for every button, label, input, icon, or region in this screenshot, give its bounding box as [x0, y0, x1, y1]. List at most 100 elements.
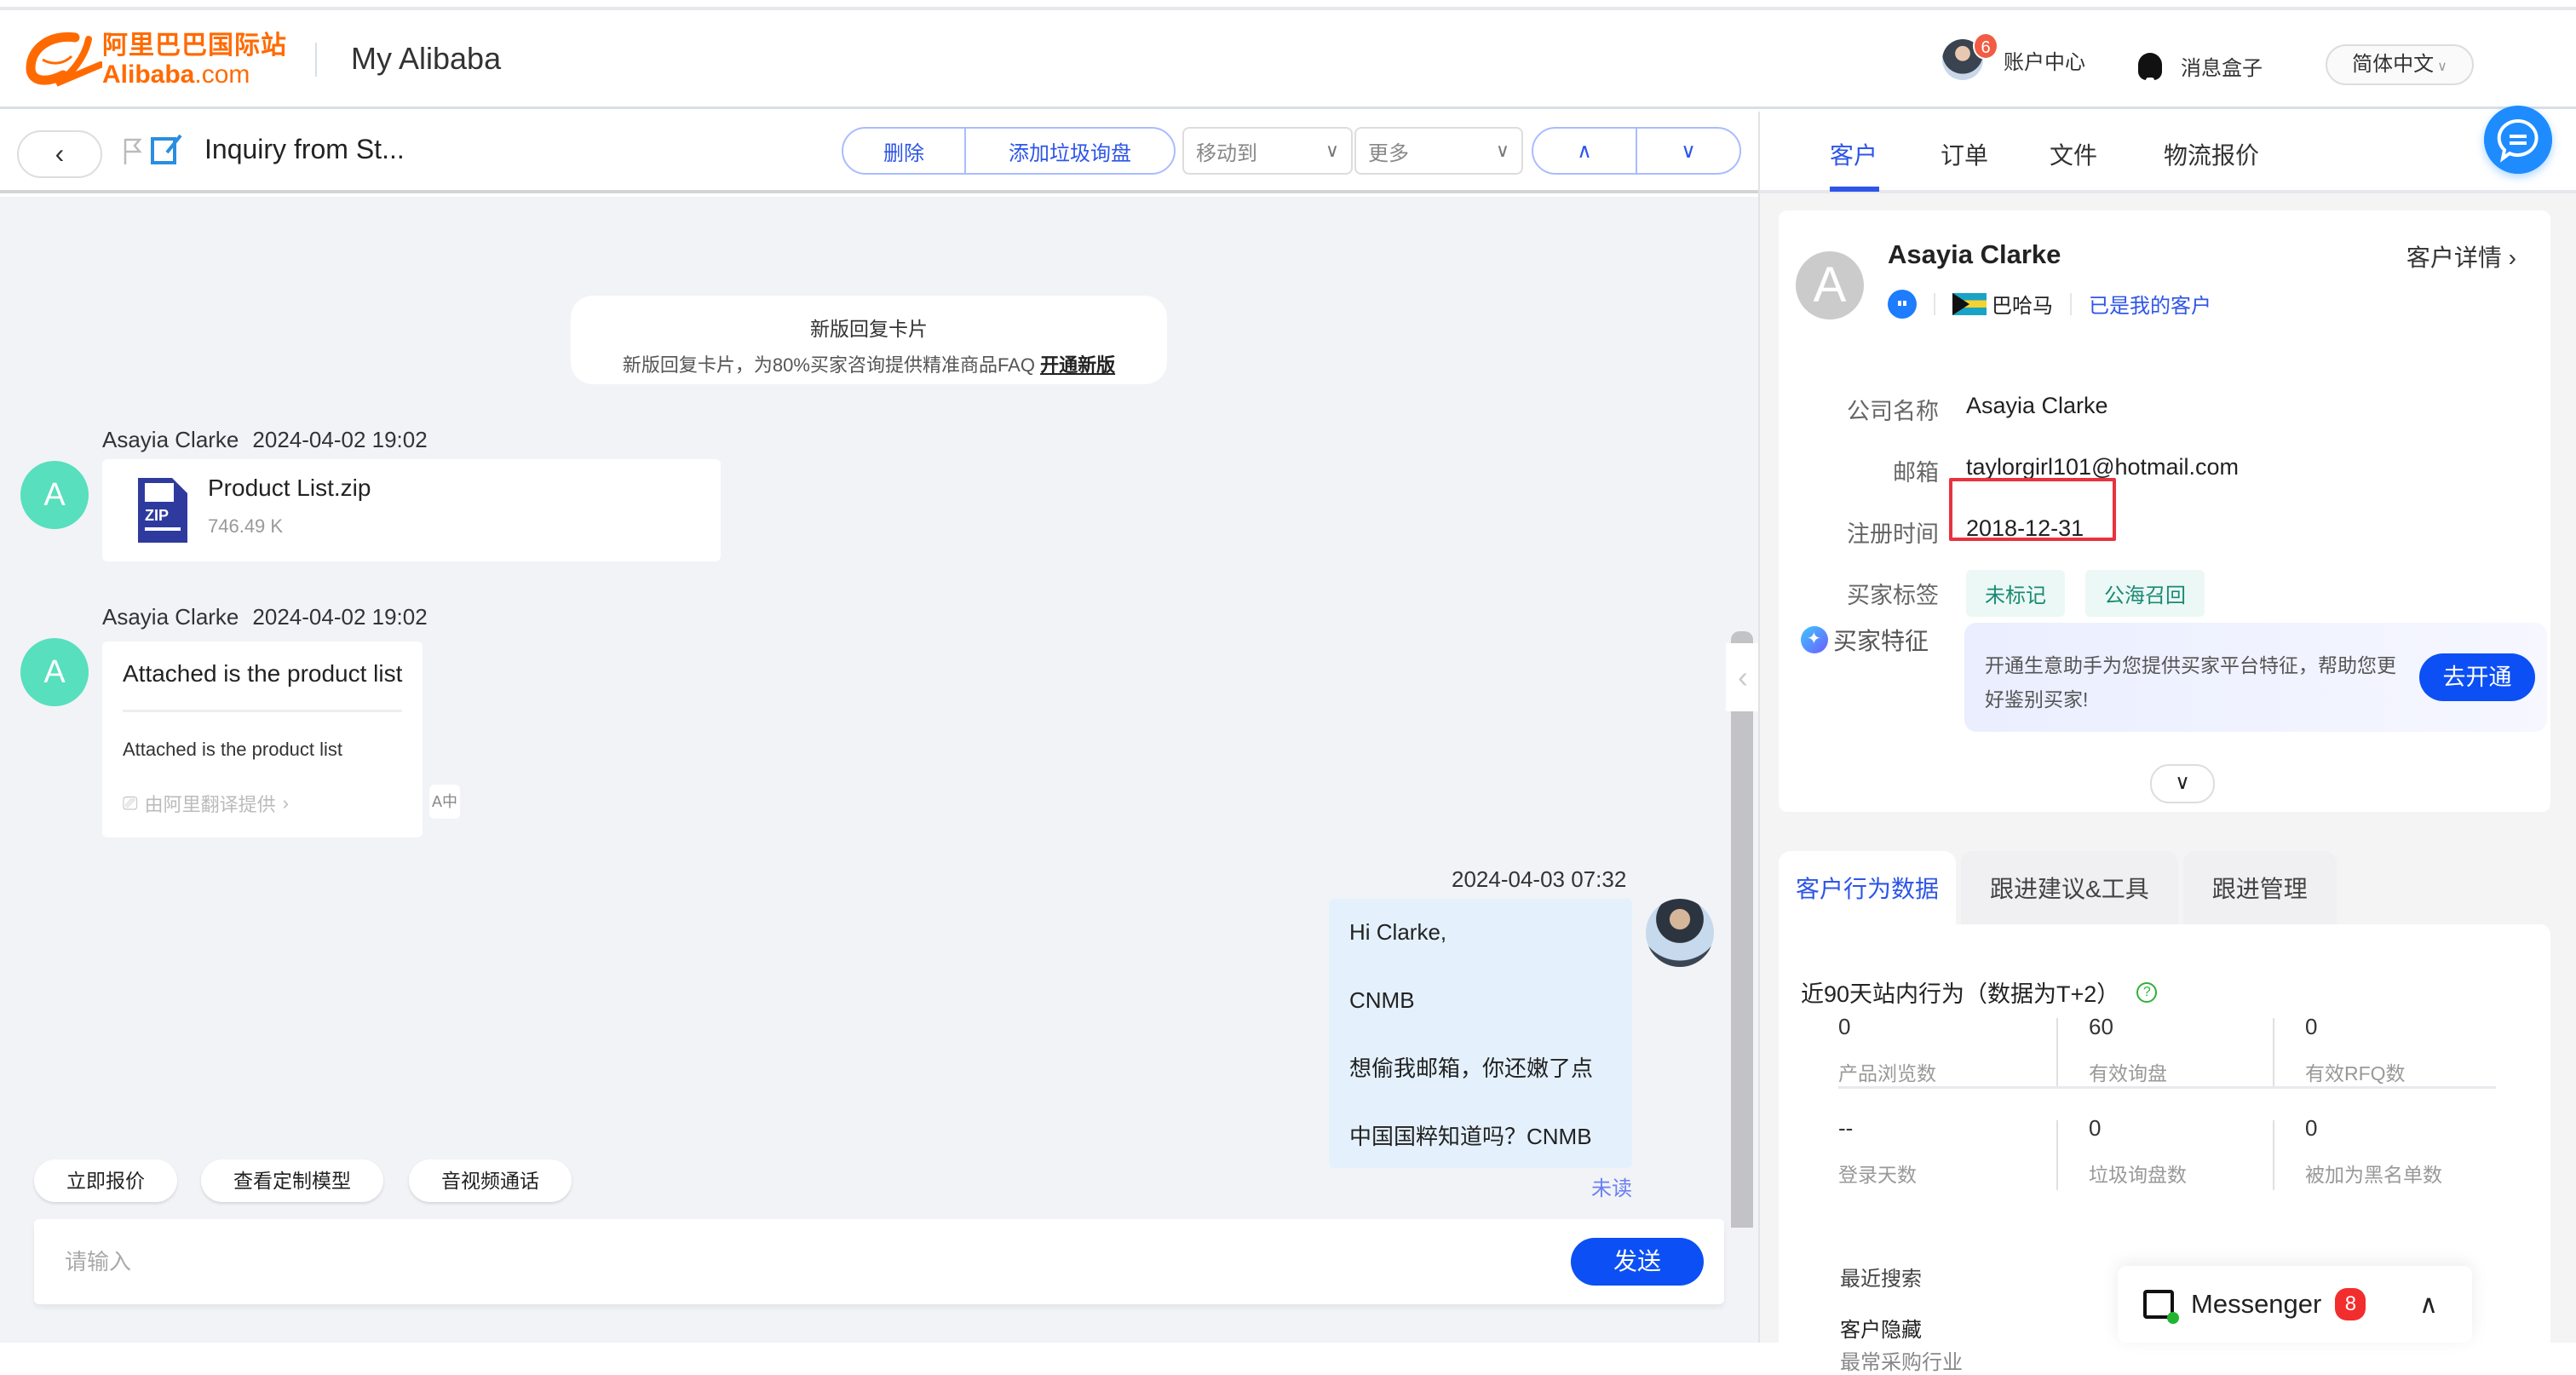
stat-login-days: -- 登录天数	[1838, 1115, 1917, 1186]
chevron-up-icon[interactable]: ∧	[2419, 1290, 2438, 1320]
message-text: Attached is the product list	[123, 660, 403, 687]
nav-button-group: ∧ ∨	[1532, 127, 1741, 175]
more-select[interactable]: 更多 ∨	[1354, 127, 1523, 175]
company-name-field: 公司名称 Asayia Clarke	[1847, 393, 2108, 424]
buyer-tags-field: 买家标签 未标记 公海召回	[1813, 570, 2225, 617]
feature-promo-text: 开通生意助手为您提供买家平台特征，帮助您更好鉴别买家!	[1985, 654, 2396, 711]
back-button[interactable]: ‹	[17, 130, 102, 178]
customer-detail-link[interactable]: 客户详情 ›	[2406, 239, 2516, 273]
account-center-label: 账户中心	[2004, 50, 2085, 74]
chat-area: 新版回复卡片 新版回复卡片，为80%买家咨询提供精准商品FAQ 开通新版 Asa…	[0, 197, 1760, 1343]
collapse-panel-button[interactable]: ‹	[1726, 643, 1760, 711]
behavior-tabs: 客户行为数据 跟进建议&工具 跟进管理	[1779, 851, 2337, 928]
active-tab-indicator	[1830, 187, 1879, 192]
user-avatar: 6	[1942, 32, 1998, 80]
tab-followup-tools[interactable]: 跟进建议&工具	[1961, 851, 2178, 928]
highlight-box	[1949, 478, 2116, 541]
tab-customer[interactable]: 客户	[1830, 137, 1877, 171]
chevron-right-icon: ›	[282, 792, 289, 814]
translation-provider-link[interactable]: ⎚ 由阿里翻译提供 ›	[123, 790, 289, 817]
tab-logistics-quote[interactable]: 物流报价	[2164, 137, 2259, 171]
top-header: 阿里巴巴国际站 Alibaba.com My Alibaba 6 账户中心 消息…	[0, 7, 2576, 109]
action-button-group: 删除 添加垃圾询盘	[842, 127, 1176, 175]
message-line: 想偷我邮箱，你还嫩了点	[1349, 1056, 1594, 1081]
flag-icon[interactable]	[123, 137, 145, 166]
bahamas-flag-icon	[1952, 292, 1987, 315]
view-custom-model-button[interactable]: 查看定制模型	[201, 1159, 383, 1202]
logo-cn-text: 阿里巴巴国际站	[102, 32, 287, 60]
add-spam-button[interactable]: 添加垃圾询盘	[966, 129, 1174, 173]
notice-body: 新版回复卡片，为80%买家咨询提供精准商品FAQ	[622, 354, 1035, 376]
message-box-label: 消息盒子	[2181, 57, 2263, 80]
tag-public-recall[interactable]: 公海召回	[2085, 570, 2205, 617]
customer-name: Asayia Clarke	[1888, 239, 2061, 269]
help-icon[interactable]: ?	[2136, 981, 2158, 1003]
message-header: Asayia Clarke 2024-04-02 19:02	[102, 427, 428, 452]
messenger-widget[interactable]: Messenger 8 ∧	[2118, 1266, 2472, 1343]
tab-files[interactable]: 文件	[2050, 137, 2097, 171]
language-select[interactable]: 简体中文 ∨	[2326, 44, 2474, 85]
chat-scrollbar[interactable]	[1731, 631, 1753, 1228]
chevron-down-icon: ∨	[2437, 60, 2447, 74]
feature-promo: 开通生意助手为您提供买家平台特征，帮助您更好鉴别买家! 去开通	[1964, 623, 2547, 732]
customer-card: A Asayia Clarke 客户详情 › 巴哈马 已是我的客户 公司名称 As…	[1779, 210, 2550, 812]
translated-text: Attached is the product list	[123, 739, 343, 760]
customer-panel: 客户 订单 文件 物流报价 A Asayia Clarke 客户详情 › 巴哈马…	[1758, 112, 2576, 1374]
previous-inquiry-button[interactable]: ∧	[1533, 129, 1637, 173]
delete-button[interactable]: 删除	[843, 129, 966, 173]
message-box[interactable]: 消息盒子	[2138, 51, 2263, 83]
chevron-left-icon: ‹	[55, 138, 65, 169]
relationship-status[interactable]: 已是我的客户	[2089, 289, 2211, 319]
message-line: 中国国粹知道吗？CNMB	[1349, 1124, 1592, 1149]
seller-avatar	[1646, 899, 1714, 967]
header-divider	[315, 43, 317, 77]
alibaba-logo[interactable]: 阿里巴巴国际站 Alibaba.com	[26, 31, 287, 90]
move-to-select[interactable]: 移动到 ∨	[1182, 127, 1353, 175]
message-header: Asayia Clarke 2024-04-02 19:02	[102, 604, 428, 630]
tag-unmarked[interactable]: 未标记	[1966, 570, 2065, 617]
customer-country: 巴哈马	[1992, 295, 2053, 318]
alibaba-smile-icon	[26, 32, 102, 87]
account-center[interactable]: 6 账户中心	[1942, 32, 2085, 80]
buyer-avatar[interactable]: A	[20, 638, 89, 706]
customer-meta: 巴哈马 已是我的客户	[1888, 289, 2211, 319]
notice-title: 新版回复卡片	[810, 318, 928, 340]
customer-hidden-label: 客户隐藏	[1840, 1319, 1922, 1342]
sparkle-icon	[1801, 626, 1828, 653]
stat-product-views: 0 产品浏览数	[1838, 1014, 1936, 1084]
translate-icon[interactable]: A中	[429, 785, 460, 819]
inquiry-title: Inquiry from St...	[204, 134, 405, 164]
svg-text:ZIP: ZIP	[145, 507, 169, 524]
buyer-avatar[interactable]: A	[20, 461, 89, 529]
enable-button[interactable]: 去开通	[2419, 653, 2535, 701]
message-line: CNMB	[1349, 987, 1415, 1013]
stat-valid-rfq: 0 有效RFQ数	[2305, 1014, 2406, 1084]
expand-button[interactable]: ∨	[2150, 764, 2215, 803]
chat-bot-icon[interactable]	[1888, 289, 1917, 319]
recent-search-label: 最近搜索	[1840, 1268, 1922, 1291]
file-attachment[interactable]: ZIP Product List.zip 746.49 K	[102, 459, 721, 561]
customer-avatar: A	[1796, 251, 1864, 319]
chevron-down-icon: ∨	[1325, 140, 1339, 161]
inquiry-toolbar: ‹ Inquiry from St... 删除 添加垃圾询盘 移动到 ∨ 更多 ∨ …	[0, 112, 1758, 193]
edit-icon[interactable]	[150, 132, 184, 166]
app-title[interactable]: My Alibaba	[351, 41, 501, 77]
bell-icon	[2138, 52, 2162, 83]
tab-followup-management[interactable]: 跟进管理	[2182, 851, 2337, 928]
chevron-down-icon: ∨	[2175, 771, 2190, 794]
stat-valid-inquiries: 60 有效询盘	[2089, 1014, 2167, 1084]
video-call-button[interactable]: 音视频通话	[409, 1159, 572, 1202]
message-bubble: Attached is the product list Attached is…	[102, 641, 423, 837]
tab-customer-behavior[interactable]: 客户行为数据	[1779, 851, 1957, 928]
messenger-icon	[2143, 1290, 2179, 1324]
chat-bubble-icon[interactable]	[2484, 106, 2552, 174]
enable-new-version-link[interactable]: 开通新版	[1040, 354, 1115, 376]
top-industry-label: 最常采购行业	[1840, 1351, 1963, 1374]
message-input[interactable]	[65, 1243, 1513, 1280]
sent-message-bubble: Hi Clarke, CNMB 想偷我邮箱，你还嫩了点 中国国粹知道吗？CNMB	[1329, 899, 1632, 1168]
quick-quote-button[interactable]: 立即报价	[34, 1159, 177, 1202]
next-inquiry-button[interactable]: ∨	[1637, 129, 1739, 173]
send-button[interactable]: 发送	[1571, 1238, 1704, 1286]
messenger-badge: 8	[2335, 1288, 2366, 1320]
tab-orders[interactable]: 订单	[1941, 137, 1988, 171]
